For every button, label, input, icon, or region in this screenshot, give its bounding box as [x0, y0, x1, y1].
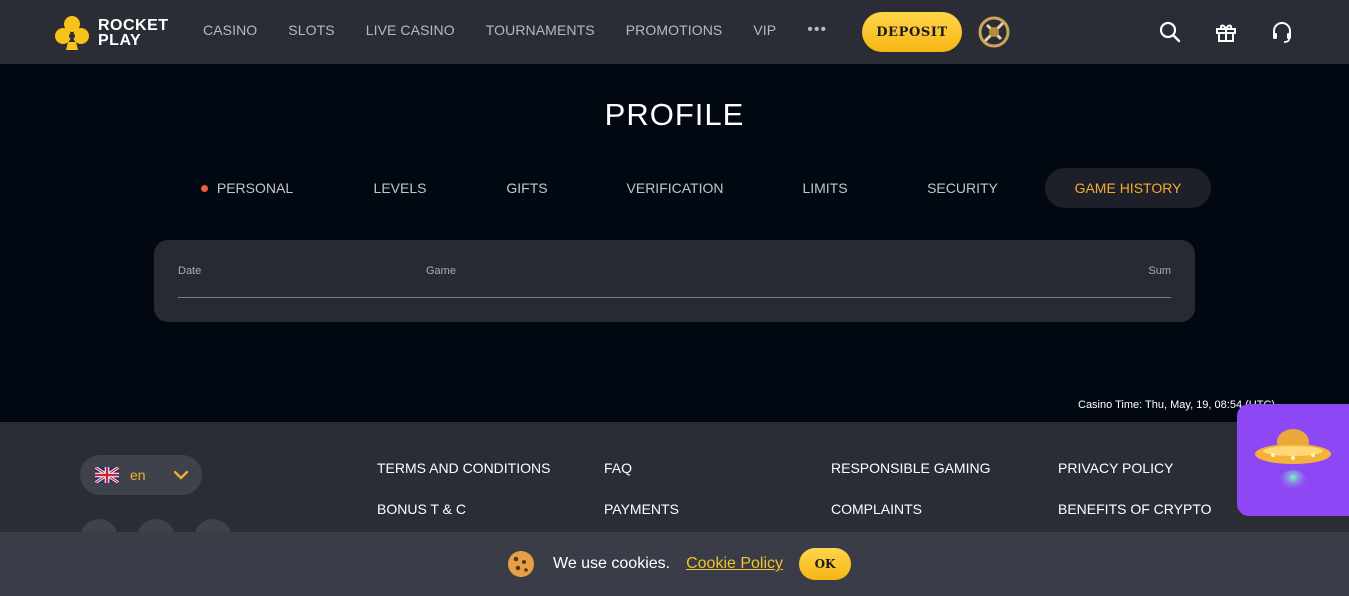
chevron-down-icon	[173, 470, 189, 480]
tab-limits[interactable]: LIMITS	[790, 168, 860, 208]
uk-flag-icon	[95, 467, 119, 483]
cookie-icon	[508, 551, 534, 577]
footer-link-complaints[interactable]: COMPLAINTS	[831, 501, 922, 517]
column-header-date: Date	[178, 265, 202, 277]
cookie-message: We use cookies.	[553, 555, 671, 572]
ufo-promo-widget[interactable]	[1237, 404, 1349, 516]
footer-link-responsible-gaming[interactable]: RESPONSIBLE GAMING	[831, 460, 990, 476]
headset-icon[interactable]	[1270, 20, 1294, 44]
ufo-icon	[1255, 429, 1331, 494]
tab-verification[interactable]: VERIFICATION	[615, 168, 735, 208]
nav-vip[interactable]: VIP	[753, 22, 776, 38]
tab-levels[interactable]: LEVELS	[360, 168, 440, 208]
gift-icon[interactable]	[1214, 20, 1238, 44]
nav-casino[interactable]: CASINO	[203, 22, 257, 38]
rocketplay-logo[interactable]: ROCKET PLAY	[53, 14, 173, 52]
main-nav: CASINO SLOTS LIVE CASINO TOURNAMENTS PRO…	[203, 22, 827, 39]
footer-link-privacy[interactable]: PRIVACY POLICY	[1058, 460, 1173, 476]
tab-personal[interactable]: PERSONAL	[197, 168, 297, 208]
game-history-table: Date Game Sum	[154, 240, 1195, 322]
column-header-sum: Sum	[1148, 265, 1171, 277]
table-divider	[178, 297, 1171, 298]
top-header: ROCKET PLAY CASINO SLOTS LIVE CASINO TOU…	[0, 0, 1349, 64]
logo-word-play: PLAY	[98, 32, 142, 49]
nav-slots[interactable]: SLOTS	[288, 22, 334, 38]
language-code: en	[130, 467, 146, 483]
clover-logo-icon	[55, 16, 89, 50]
footer-link-payments[interactable]: PAYMENTS	[604, 501, 679, 517]
nav-tournaments[interactable]: TOURNAMENTS	[486, 22, 595, 38]
page: ROCKET PLAY CASINO SLOTS LIVE CASINO TOU…	[0, 0, 1349, 596]
tab-gifts[interactable]: GIFTS	[497, 168, 557, 208]
footer-link-crypto[interactable]: BENEFITS OF CRYPTO	[1058, 501, 1212, 517]
notification-dot	[200, 184, 208, 192]
tab-game-history[interactable]: GAME HISTORY	[1045, 168, 1211, 208]
cookie-ok-button[interactable]: OK	[799, 548, 852, 580]
nav-live-casino[interactable]: LIVE CASINO	[366, 22, 455, 38]
profile-tabs: PERSONAL LEVELS GIFTS VERIFICATION LIMIT…	[0, 168, 1349, 208]
nav-promotions[interactable]: PROMOTIONS	[626, 22, 723, 38]
cookie-banner: We use cookies. Cookie Policy OK	[0, 532, 1349, 596]
language-selector[interactable]: en	[80, 455, 202, 495]
footer-link-terms[interactable]: TERMS AND CONDITIONS	[377, 460, 550, 476]
cookie-policy-link[interactable]: Cookie Policy	[686, 555, 783, 573]
search-icon[interactable]	[1158, 20, 1182, 44]
logo-word-rocket: ROCKET	[98, 17, 169, 34]
wheel-bonus-icon[interactable]	[977, 15, 1011, 49]
tab-personal-label: PERSONAL	[216, 180, 294, 196]
column-header-game: Game	[426, 265, 456, 277]
page-title: PROFILE	[604, 97, 745, 132]
more-menu-icon[interactable]: •••	[807, 22, 827, 38]
footer-link-bonus-tc[interactable]: BONUS T & C	[377, 501, 466, 517]
deposit-button[interactable]: DEPOSIT	[862, 12, 962, 52]
footer-link-faq[interactable]: FAQ	[604, 460, 632, 476]
tab-security[interactable]: SECURITY	[915, 168, 1010, 208]
